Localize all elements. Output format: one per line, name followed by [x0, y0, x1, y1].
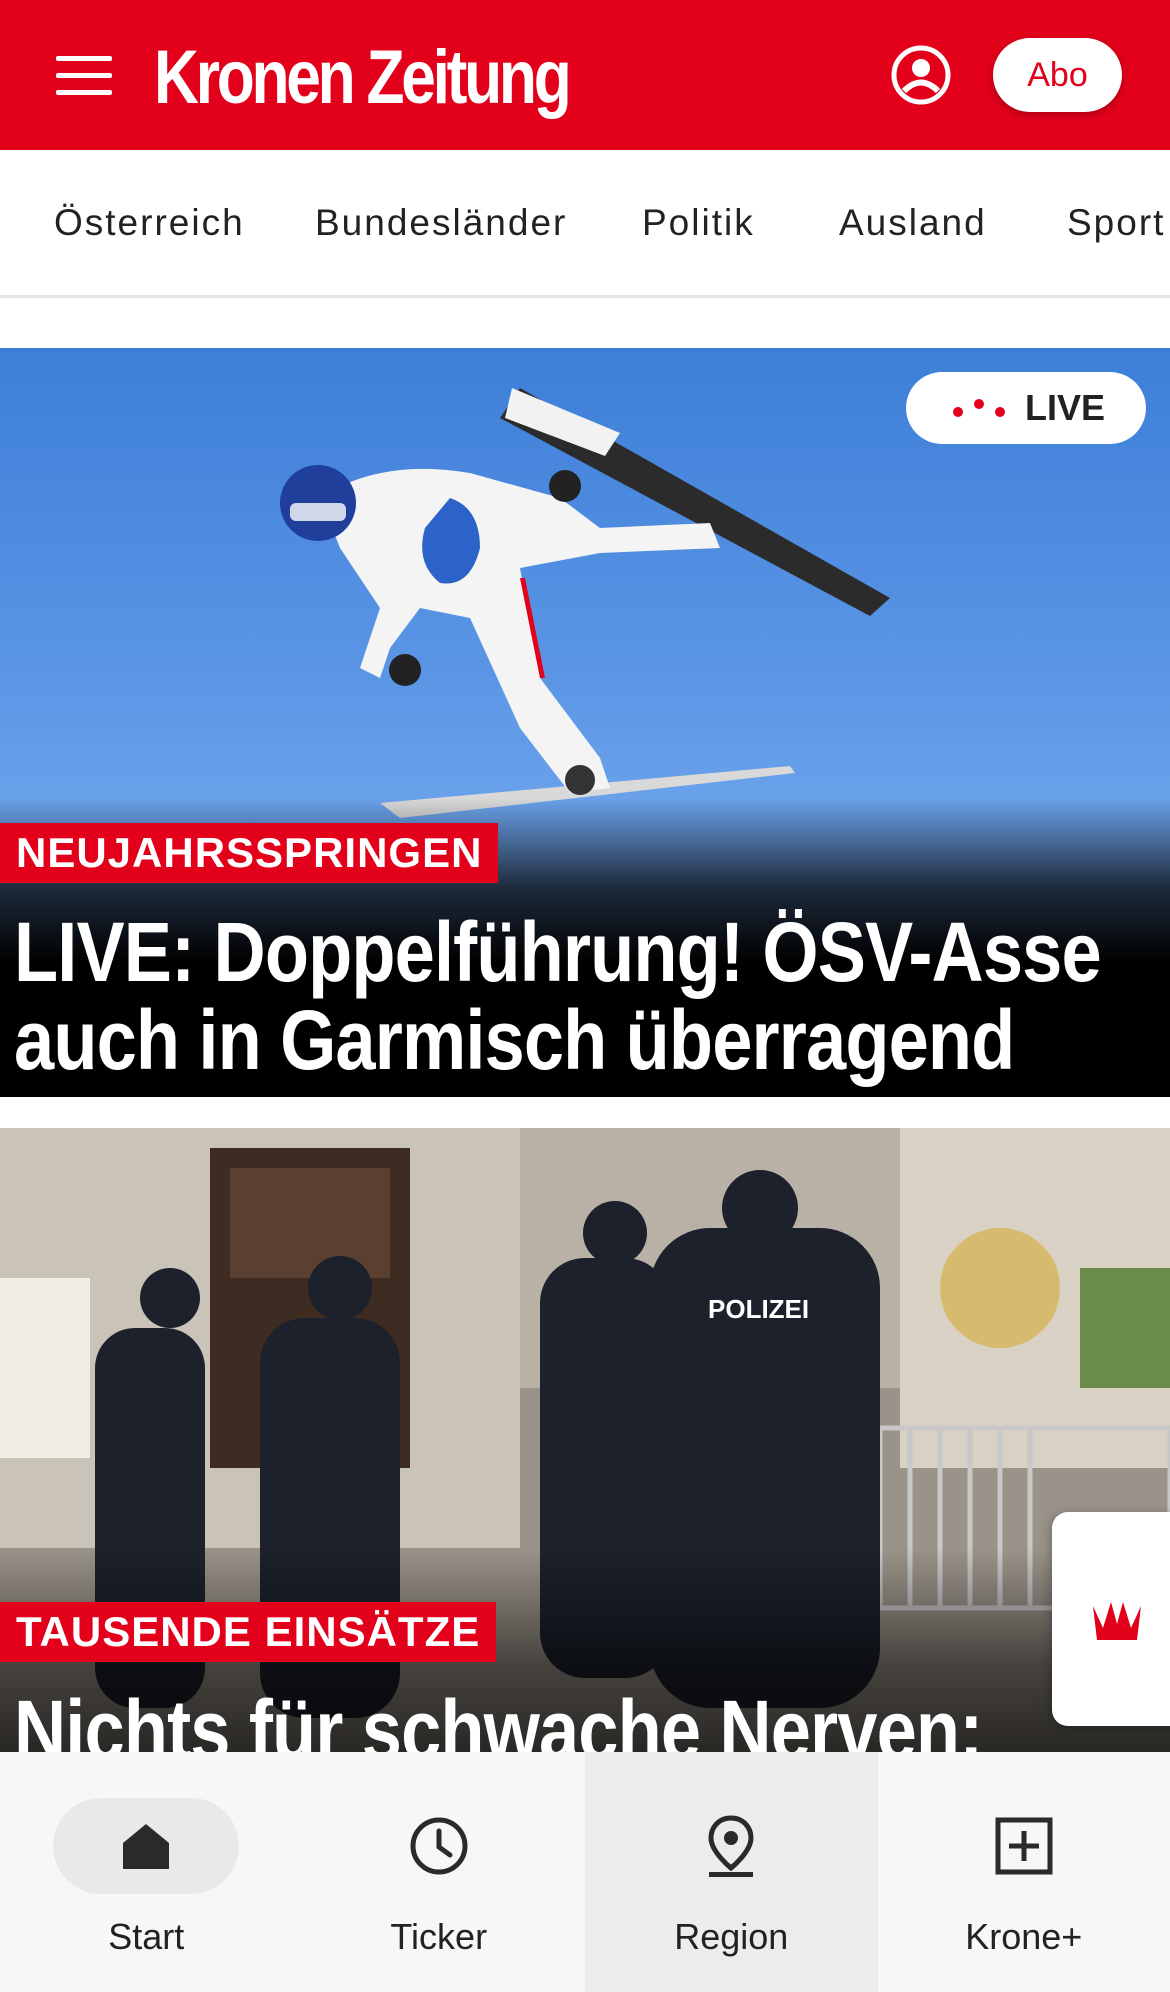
headline-line: LIVE: Doppelführung! ÖSV-Asse [14, 905, 1102, 999]
tab-politik[interactable]: Politik [642, 202, 755, 244]
location-pin-icon [708, 1815, 754, 1877]
bottom-navigation: Start Ticker Region Krone+ [0, 1752, 1170, 1992]
nav-krone-plus-icon-wrap [931, 1798, 1117, 1894]
nav-start[interactable]: Start [0, 1752, 293, 1992]
police-vest-text: POLIZEI [708, 1294, 809, 1324]
nav-ticker-label: Ticker [390, 1916, 488, 1957]
nav-ticker[interactable]: Ticker [293, 1752, 586, 1992]
nav-region-label: Region [674, 1916, 789, 1957]
article-kicker: NEUJAHRSSPRINGEN [0, 823, 499, 883]
live-badge[interactable]: LIVE [906, 372, 1146, 444]
live-dots-icon [947, 393, 1011, 423]
article-kicker: TAUSENDE EINSÄTZE [0, 1602, 497, 1662]
tab-bundeslaender[interactable]: Bundesländer [315, 202, 567, 244]
tab-oesterreich[interactable]: Österreich [54, 202, 245, 244]
nav-krone-plus-label: Krone+ [965, 1916, 1083, 1957]
article-card-neujahrsspringen[interactable]: LIVE NEUJAHRSSPRINGEN LIVE: Doppelführun… [0, 348, 1170, 1097]
nav-region-icon-wrap [638, 1798, 824, 1894]
clock-icon [410, 1817, 468, 1875]
nav-start-label: Start [108, 1916, 185, 1957]
nav-region[interactable]: Region [585, 1752, 878, 1992]
headline-line: auch in Garmisch überragend [14, 993, 1015, 1087]
abo-button[interactable]: Abo [993, 38, 1122, 112]
hamburger-menu-icon[interactable] [56, 56, 112, 96]
plus-box-icon [995, 1817, 1053, 1875]
section-tabs: Österreich Bundesländer Politik Ausland … [0, 150, 1170, 298]
app-header: Kronen Zeitung Abo [0, 0, 1170, 150]
krone-crown-button[interactable] [1052, 1512, 1170, 1726]
user-account-icon[interactable] [890, 44, 952, 106]
krone-crown-icon [1093, 1602, 1141, 1640]
home-icon [123, 1824, 170, 1869]
nav-ticker-icon-wrap [346, 1798, 532, 1894]
tab-sport[interactable]: Sport [1067, 202, 1165, 244]
logo[interactable]: Kronen Zeitung [154, 34, 572, 121]
nav-krone-plus[interactable]: Krone+ [878, 1752, 1170, 1992]
nav-start-indicator [53, 1798, 240, 1894]
article-card-tausende-einsaetze[interactable]: POLIZEI TAUSENDE EINSÄTZE Nichts für sch… [0, 1128, 1170, 1808]
article-headline[interactable]: LIVE: Doppelführung! ÖSV-Asse auch in Ga… [14, 905, 1102, 1087]
tab-ausland[interactable]: Ausland [839, 202, 987, 244]
live-label: LIVE [1024, 387, 1105, 428]
